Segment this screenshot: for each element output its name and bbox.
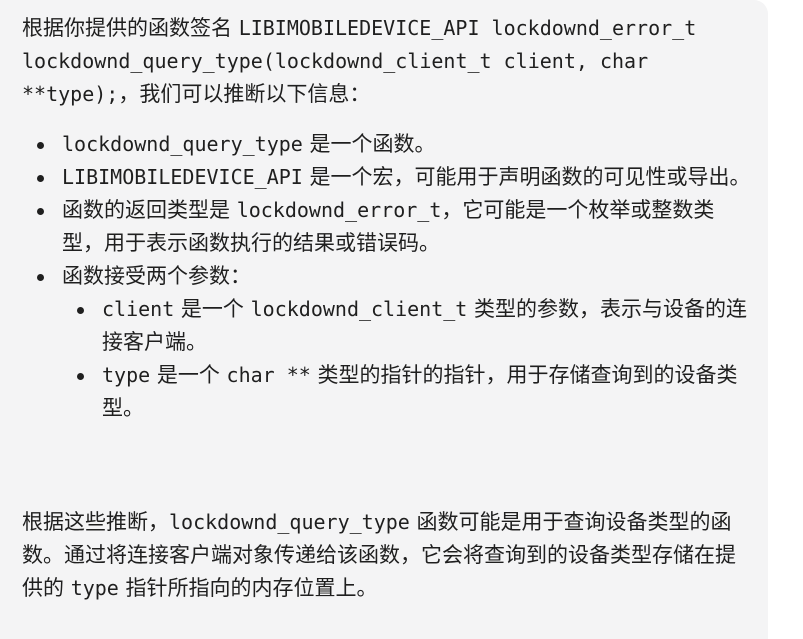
code-inline: lockdownd_query_type [169,510,410,534]
list-item: LIBIMOBILEDEVICE_API 是一个宏，可能用于声明函数的可见性或导… [22,161,752,194]
list-item-text: 是一个 [174,297,251,321]
message-card: 根据你提供的函数签名 LIBIMOBILEDEVICE_API lockdown… [0,0,768,639]
list-item-text: 函数的返回类型是 [62,198,237,222]
inference-list: lockdownd_query_type 是一个函数。 LIBIMOBILEDE… [22,128,752,425]
code-inline: type [70,576,119,600]
list-item-text: 是一个函数。 [302,132,436,156]
code-inline: LIBIMOBILEDEVICE_API [62,165,303,189]
code-inline: client [102,297,175,321]
list-item: client 是一个 lockdownd_client_t 类型的参数，表示与设… [62,293,752,359]
list-item-text: 是一个 [150,363,227,387]
list-item: lockdownd_query_type 是一个函数。 [22,128,752,161]
code-inline: lockdownd_error_t [236,198,442,222]
list-item: type 是一个 char ** 类型的指针的指针，用于存储查询到的设备类型。 [62,359,752,425]
conclusion-text: 指针所指向的内存位置上。 [118,576,378,600]
code-inline: lockdownd_query_type [62,132,303,156]
message-content: 根据你提供的函数签名 LIBIMOBILEDEVICE_API lockdown… [22,12,752,605]
list-item: 函数的返回类型是 lockdownd_error_t，它可能是一个枚举或整数类型… [22,194,752,260]
conclusion-text: 根据这些推断， [22,510,169,534]
intro-text: 根据你提供的函数签名 [22,16,239,40]
parameter-list: client 是一个 lockdownd_client_t 类型的参数，表示与设… [62,293,752,425]
conclusion-paragraph: 根据这些推断，lockdownd_query_type 函数可能是用于查询设备类… [22,506,752,605]
list-item-text: 是一个宏，可能用于声明函数的可见性或导出。 [302,165,751,189]
intro-paragraph: 根据你提供的函数签名 LIBIMOBILEDEVICE_API lockdown… [22,12,752,111]
intro-text-end: ，我们可以推断以下信息： [118,82,371,106]
list-item-text: 函数接受两个参数： [62,264,251,288]
code-inline: char ** [226,363,311,387]
list-item: 函数接受两个参数： client 是一个 lockdownd_client_t … [22,260,752,425]
code-inline: type [102,363,151,387]
code-inline: lockdownd_client_t [250,297,468,321]
